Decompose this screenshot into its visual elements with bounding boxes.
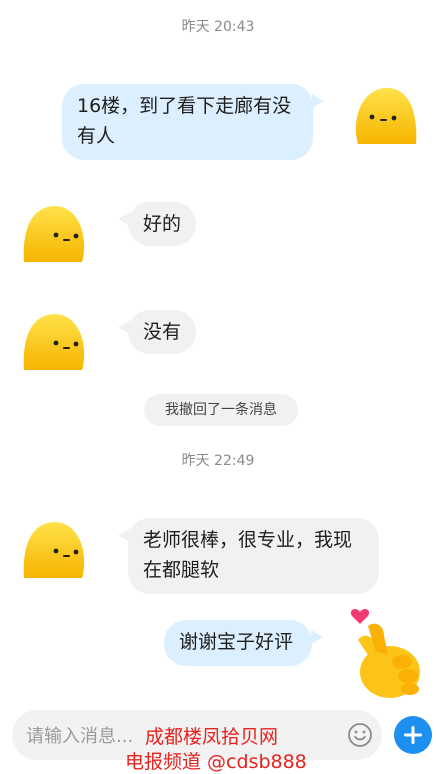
timestamp: 昨天 22:49: [181, 453, 255, 469]
smiley-icon[interactable]: [347, 722, 373, 748]
yellow-blob-avatar-icon[interactable]: [20, 518, 90, 584]
message-bubble-outgoing[interactable]: 谢谢宝子好评: [164, 620, 312, 666]
message-bubble-incoming[interactable]: 没有: [128, 310, 196, 354]
finger-heart-icon[interactable]: [338, 606, 428, 702]
bubble-tail: [312, 94, 324, 108]
yellow-blob-avatar-icon[interactable]: [20, 202, 90, 268]
yellow-blob-avatar-icon[interactable]: [350, 84, 420, 150]
message-text: 没有: [143, 321, 182, 343]
recalled-message-notice: 我撤回了一条消息: [144, 394, 298, 426]
message-text: 谢谢宝子好评: [179, 631, 294, 653]
message-text: 16楼，到了看下走廊有没有人: [77, 95, 292, 147]
watermark-text: 成都楼凤拾贝网: [145, 726, 279, 748]
message-input[interactable]: 请输入消息...: [26, 722, 133, 748]
add-button[interactable]: [394, 716, 432, 754]
watermark-text: 电报频道 @cdsb888: [125, 751, 307, 773]
yellow-blob-avatar-icon[interactable]: [20, 310, 90, 376]
message-bubble-incoming[interactable]: 老师很棒，很专业，我现在都腿软: [128, 518, 379, 594]
message-text: 好的: [143, 213, 182, 235]
message-bubble-outgoing[interactable]: 16楼，到了看下走廊有没有人: [62, 84, 313, 160]
timestamp: 昨天 20:43: [181, 19, 255, 35]
bubble-tail: [311, 630, 323, 644]
message-text: 老师很棒，很专业，我现在都腿软: [143, 529, 353, 581]
message-bubble-incoming[interactable]: 好的: [128, 202, 196, 246]
plus-icon: [404, 726, 422, 744]
